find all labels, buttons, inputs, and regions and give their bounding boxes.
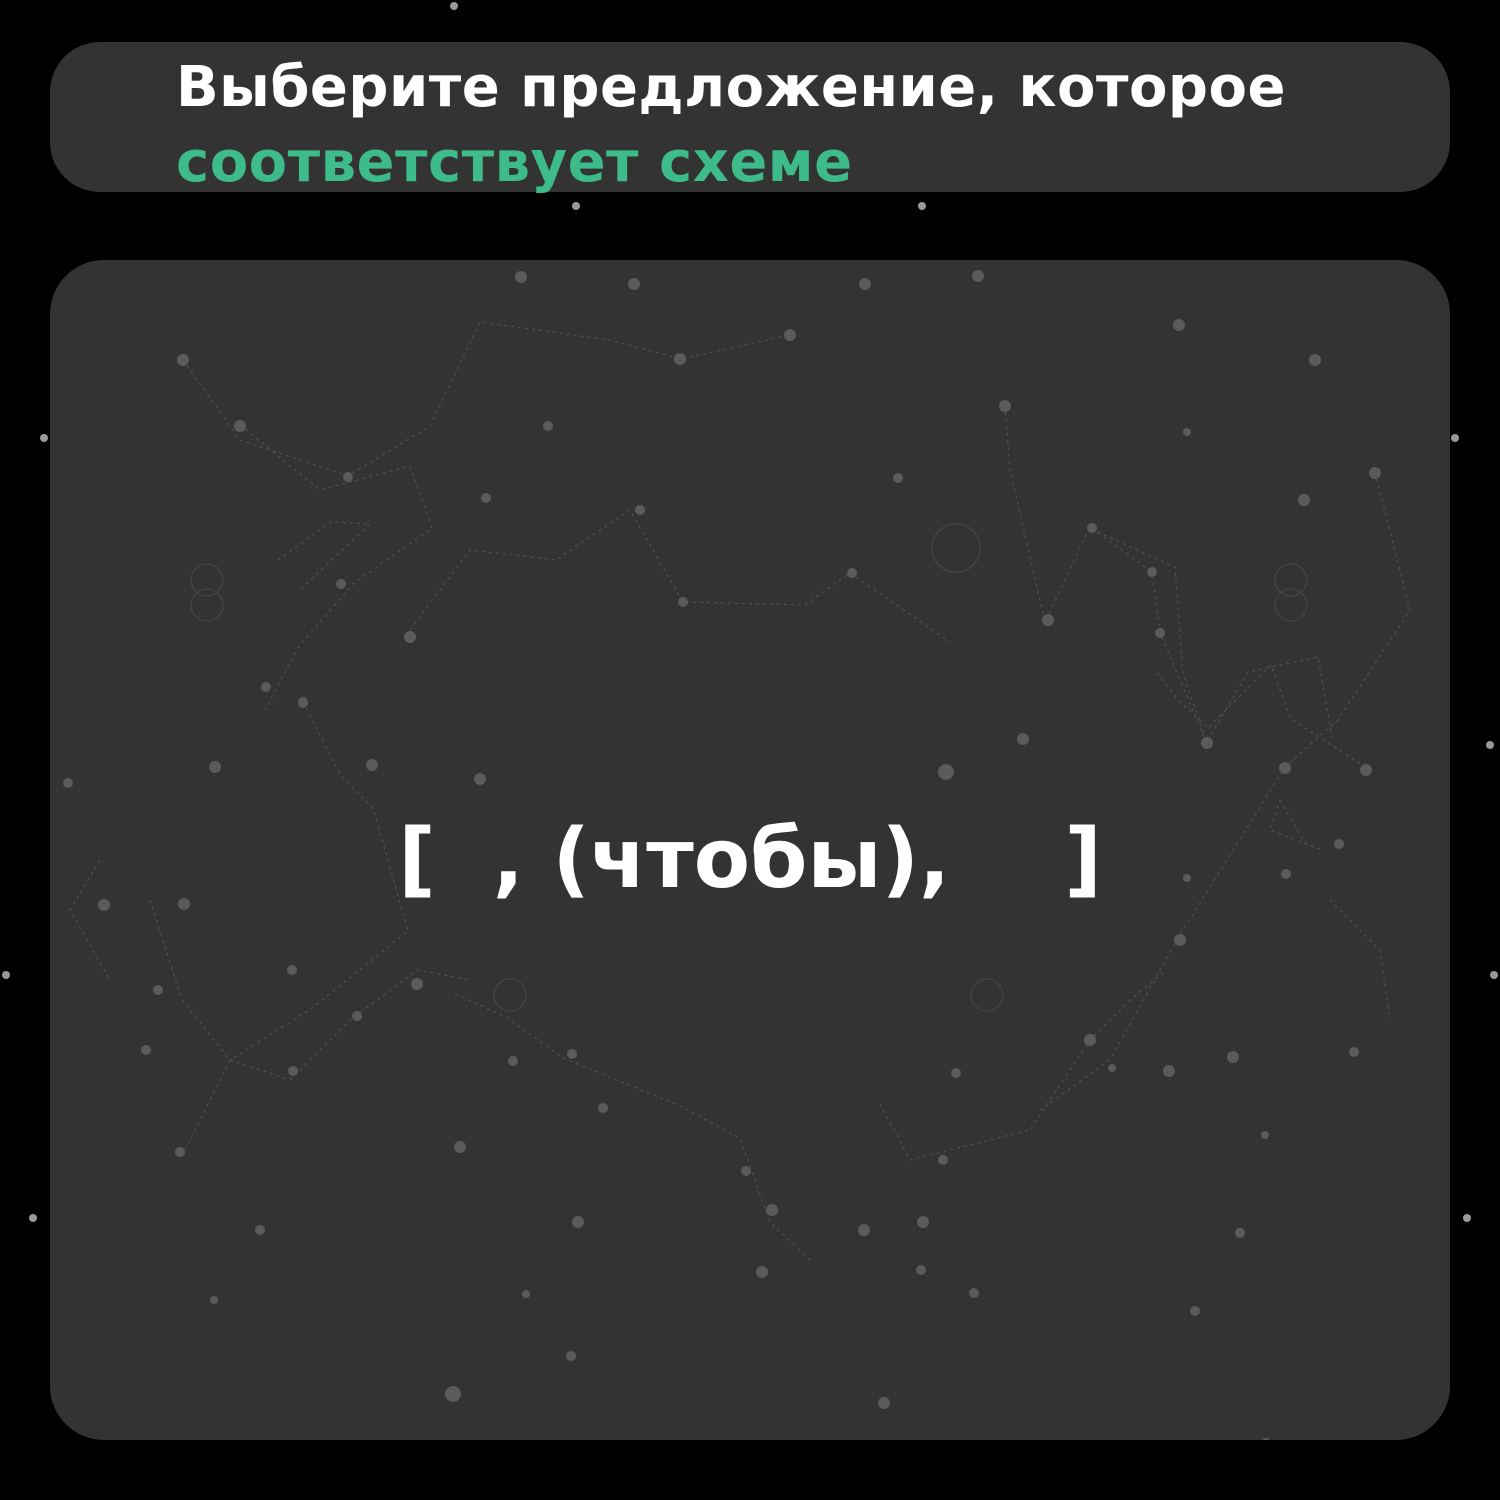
title-line-1: Выберите предложение, которое — [176, 55, 1286, 120]
scheme-card: [ , (чтобы), ] — [50, 260, 1450, 1440]
title-banner: Выберите предложение, которое соответств… — [50, 42, 1450, 195]
title-line-2: соответствует схеме — [176, 130, 853, 195]
sentence-scheme: [ , (чтобы), ] — [398, 812, 1102, 907]
